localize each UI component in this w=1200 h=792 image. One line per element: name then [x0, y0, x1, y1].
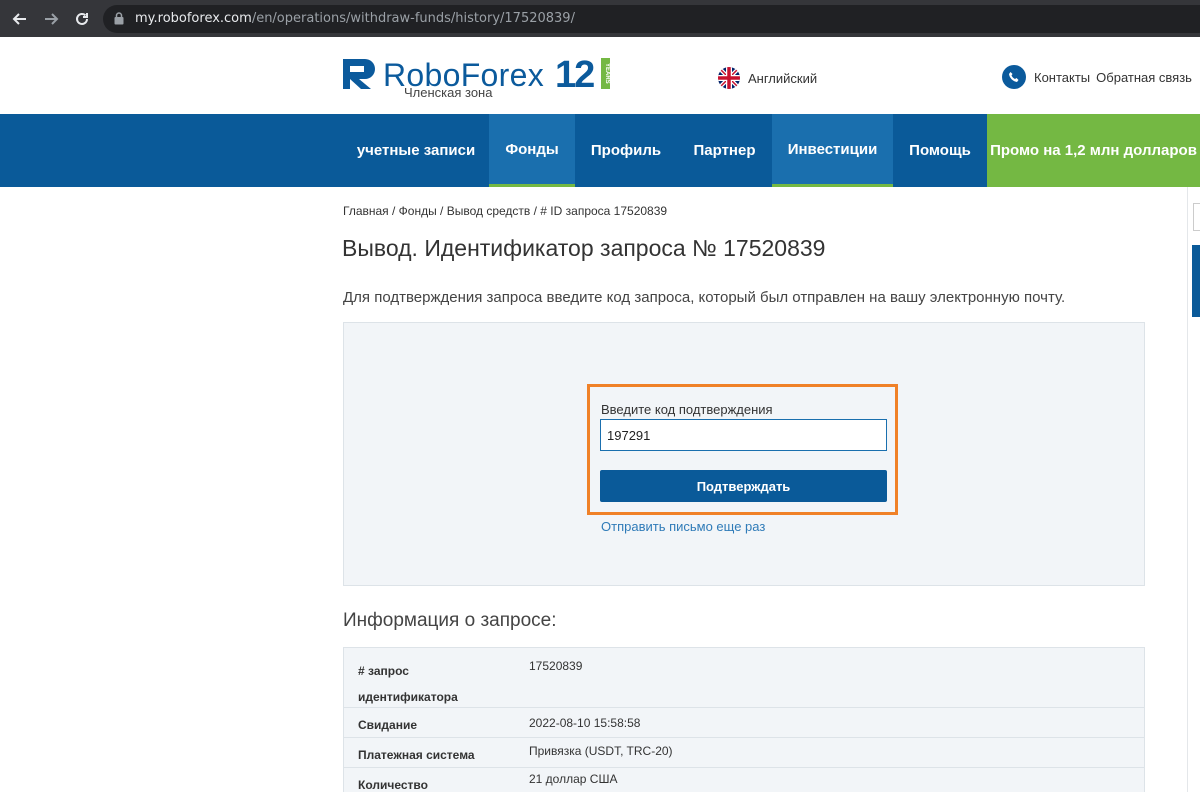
info-key: # запрос идентификатора	[358, 658, 498, 710]
info-value: 17520839	[529, 659, 583, 673]
confirmation-code-label: Введите код подтверждения	[601, 402, 773, 417]
page-title: Вывод. Идентификатор запроса № 17520839	[342, 235, 826, 261]
anniversary-number: 12	[555, 54, 595, 96]
sidebar-indicator[interactable]	[1192, 245, 1200, 317]
sidebar-divider	[1187, 187, 1188, 792]
info-value: 2022-08-10 15:58:58	[529, 716, 641, 730]
table-row: Свидание 2022-08-10 15:58:58	[344, 708, 1144, 738]
reload-icon[interactable]	[72, 9, 92, 29]
phone-icon	[1002, 65, 1026, 89]
confirm-button[interactable]: Подтверждать	[600, 470, 887, 502]
info-key-line: идентификатора	[358, 690, 458, 704]
resend-email-link[interactable]: Отправить письмо еще раз	[601, 519, 765, 534]
table-row: # запрос идентификатора 17520839	[344, 648, 1144, 708]
contacts-block[interactable]: Контакты Обратная связь	[1002, 65, 1192, 89]
table-row: Платежная система Привязка (USDT, TRC-20…	[344, 738, 1144, 768]
info-value: Привязка (USDT, TRC-20)	[529, 744, 673, 758]
info-key: Платежная система	[358, 748, 475, 762]
sidebar-tab[interactable]	[1193, 203, 1200, 231]
site-header: RoboForex Членская зона 12 YEARS Английс…	[0, 37, 1200, 114]
lock-icon	[114, 12, 124, 30]
nav-item-promo[interactable]: Промо на 1,2 млн долларов	[987, 114, 1200, 187]
logo-subtitle: Членская зона	[404, 85, 493, 100]
url-text: my.roboforex.com/en/operations/withdraw-…	[135, 11, 575, 26]
nav-item-help[interactable]: Помощь	[893, 114, 987, 187]
breadcrumb[interactable]: Главная / Фонды / Вывод средств / # ID з…	[343, 204, 667, 218]
main-nav: учетные записи Фонды Профиль Партнер Инв…	[0, 114, 1200, 187]
roboforex-logo-mark-icon	[343, 59, 377, 94]
feedback-link[interactable]: Обратная связь	[1096, 70, 1192, 85]
nav-item-funds[interactable]: Фонды	[489, 114, 575, 187]
language-label: Английский	[748, 70, 818, 86]
nav-item-profile[interactable]: Профиль	[575, 114, 677, 187]
intro-text: Для подтверждения запроса введите код за…	[343, 289, 1066, 306]
request-info-title: Информация о запросе:	[343, 610, 557, 631]
table-row: Количество 21 доллар США	[344, 768, 1144, 792]
back-arrow-icon[interactable]	[10, 9, 30, 29]
forward-arrow-icon[interactable]	[41, 9, 61, 29]
uk-flag-icon	[718, 67, 740, 89]
nav-item-partner[interactable]: Партнер	[677, 114, 772, 187]
address-bar[interactable]: my.roboforex.com/en/operations/withdraw-…	[103, 5, 1200, 33]
confirmation-code-input[interactable]	[600, 419, 887, 451]
info-key: Количество	[358, 778, 428, 792]
info-key: Свидание	[358, 718, 418, 732]
anniversary-years-badge: YEARS	[601, 58, 610, 89]
nav-item-accounts[interactable]: учетные записи	[343, 114, 489, 187]
roboforex-logo[interactable]: RoboForex Членская зона 12 YEARS	[343, 54, 623, 101]
contacts-link[interactable]: Контакты	[1034, 70, 1090, 85]
info-value: 21 доллар США	[529, 772, 618, 786]
request-info-table: # запрос идентификатора 17520839 Свидани…	[343, 647, 1145, 792]
nav-item-investments[interactable]: Инвестиции	[772, 114, 893, 187]
browser-toolbar: my.roboforex.com/en/operations/withdraw-…	[0, 0, 1200, 37]
language-selector[interactable]: Английский	[718, 67, 817, 89]
info-key-line: # запрос	[358, 664, 409, 678]
